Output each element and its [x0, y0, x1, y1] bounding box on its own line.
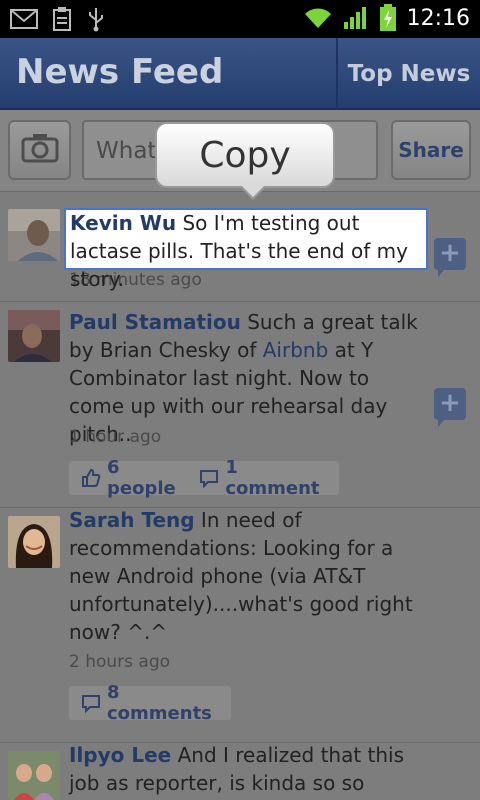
author-name[interactable]: Kevin Wu	[70, 211, 176, 235]
story-time: 2 hours ago	[69, 652, 171, 672]
avatar	[8, 310, 60, 362]
comments-count: 8 comments	[107, 682, 212, 724]
gmail-icon	[10, 8, 38, 30]
selected-text-highlight[interactable]: Kevin Wu So I'm testing out lactase pill…	[64, 208, 428, 291]
add-comment-button[interactable]: +	[434, 238, 466, 277]
story-item[interactable]: Paul Stamatiou Such a great talk by Bria…	[0, 302, 480, 508]
signal-icon	[343, 6, 369, 30]
camera-icon	[21, 133, 59, 167]
battery-charging-icon	[379, 4, 397, 32]
story-link[interactable]: Airbnb	[263, 338, 329, 362]
author-name[interactable]: Sarah Teng	[69, 508, 195, 532]
camera-button[interactable]	[8, 120, 71, 180]
avatar	[8, 516, 60, 568]
avatar	[8, 209, 60, 261]
status-time: 12:16	[406, 5, 470, 31]
clipboard-icon	[52, 6, 72, 32]
status-bar: 12:16	[0, 0, 480, 38]
story-text: Sarah Teng In need of recommendations: L…	[69, 506, 419, 646]
story-item[interactable]: Sarah Teng In need of recommendations: L…	[0, 508, 480, 743]
page-title: News Feed	[16, 52, 224, 92]
author-name[interactable]: Ilpyo Lee	[69, 743, 171, 767]
author-name[interactable]: Paul Stamatiou	[69, 310, 241, 334]
share-button[interactable]: Share	[391, 120, 471, 180]
comments-link[interactable]: 8 comments	[81, 682, 219, 724]
comments-count: 1 comment	[225, 457, 320, 499]
thumbs-up-icon	[81, 468, 101, 488]
usb-icon	[86, 6, 106, 32]
story-actions: 8 comments	[69, 682, 231, 724]
popup-tail-inner	[241, 185, 265, 197]
comment-bubble-icon	[199, 468, 219, 488]
comment-bubble-icon	[81, 693, 101, 713]
story-time: 1 hour ago	[69, 427, 162, 447]
copy-label: Copy	[199, 134, 291, 176]
story-actions: 6 people 1 comment	[69, 457, 339, 499]
story-text: Kevin Wu So I'm testing out lactase pill…	[70, 209, 426, 293]
likes-link[interactable]: 6 people	[81, 457, 185, 499]
copy-popup[interactable]: Copy	[155, 122, 335, 200]
story-item[interactable]: Ilpyo Lee And I realized that this job a…	[0, 743, 480, 800]
avatar	[8, 751, 60, 800]
add-comment-button[interactable]: +	[434, 388, 466, 427]
wifi-icon	[303, 6, 333, 30]
comments-link[interactable]: 1 comment	[199, 457, 327, 499]
story-text: Ilpyo Lee And I realized that this job a…	[69, 741, 419, 797]
title-bar: News Feed Top News	[0, 38, 480, 110]
likes-count: 6 people	[107, 457, 176, 499]
top-news-button[interactable]: Top News	[338, 38, 480, 110]
